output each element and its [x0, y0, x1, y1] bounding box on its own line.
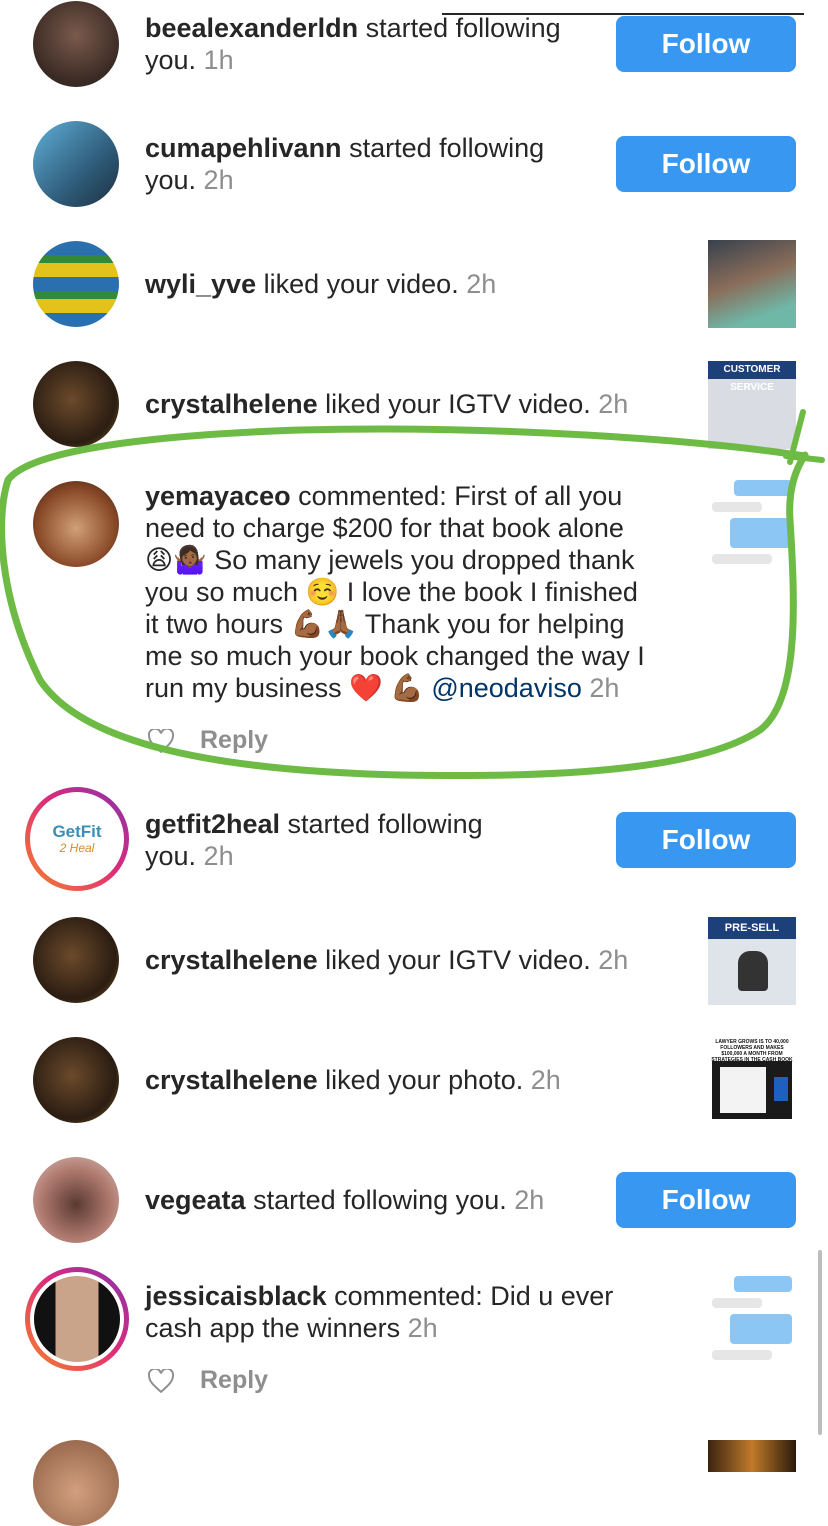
avatar-logo-text: GetFit: [52, 822, 102, 841]
username[interactable]: crystalhelene: [145, 945, 318, 975]
avatar[interactable]: [33, 1037, 119, 1123]
photo-thumbnail[interactable]: [708, 1276, 796, 1364]
follow-button[interactable]: Follow: [616, 812, 796, 868]
heart-icon[interactable]: [148, 1368, 174, 1393]
username[interactable]: jessicaisblack: [145, 1281, 327, 1311]
photo-thumbnail[interactable]: LAWYER GROWS IS TO 40,000 FOLLOWERS AND …: [708, 1037, 796, 1125]
avatar-logo-subtext: 2 Heal: [59, 841, 95, 855]
username[interactable]: crystalhelene: [145, 1065, 318, 1095]
avatar[interactable]: [33, 917, 119, 1003]
highlight-annotation: [0, 409, 825, 780]
follow-button[interactable]: Follow: [616, 1172, 796, 1228]
notification-text: vegeata started following you. 2h: [145, 1185, 545, 1215]
notification-text: getfit2heal started following you. 2h: [145, 809, 483, 871]
notification-text: crystalhelene liked your IGTV video. 2h: [145, 945, 629, 975]
comment-text: jessicaisblack commented: Did u ever cas…: [145, 1281, 614, 1343]
timestamp: 2h: [506, 1185, 545, 1215]
timestamp: 2h: [523, 1065, 561, 1095]
timestamp: 2h: [196, 841, 234, 871]
scrollbar[interactable]: [818, 1250, 822, 1435]
timestamp: 2h: [590, 945, 629, 975]
comment-actions: Reply: [148, 1366, 268, 1395]
reply-button[interactable]: Reply: [200, 1366, 268, 1395]
igtv-thumbnail[interactable]: PRE-SELL: [708, 917, 796, 1005]
thumbnail-caption: PRE-SELL: [724, 922, 780, 934]
username[interactable]: vegeata: [145, 1185, 246, 1215]
photo-thumbnail[interactable]: [708, 1440, 796, 1472]
notification-text: crystalhelene liked your photo. 2h: [145, 1065, 561, 1095]
timestamp: 2h: [400, 1313, 438, 1343]
username[interactable]: getfit2heal: [145, 809, 280, 839]
avatar[interactable]: [33, 1440, 119, 1526]
avatar[interactable]: [33, 1157, 119, 1243]
avatar-story-ring[interactable]: GetFit 2 Heal: [25, 787, 129, 891]
avatar-story-ring[interactable]: [25, 1267, 129, 1371]
